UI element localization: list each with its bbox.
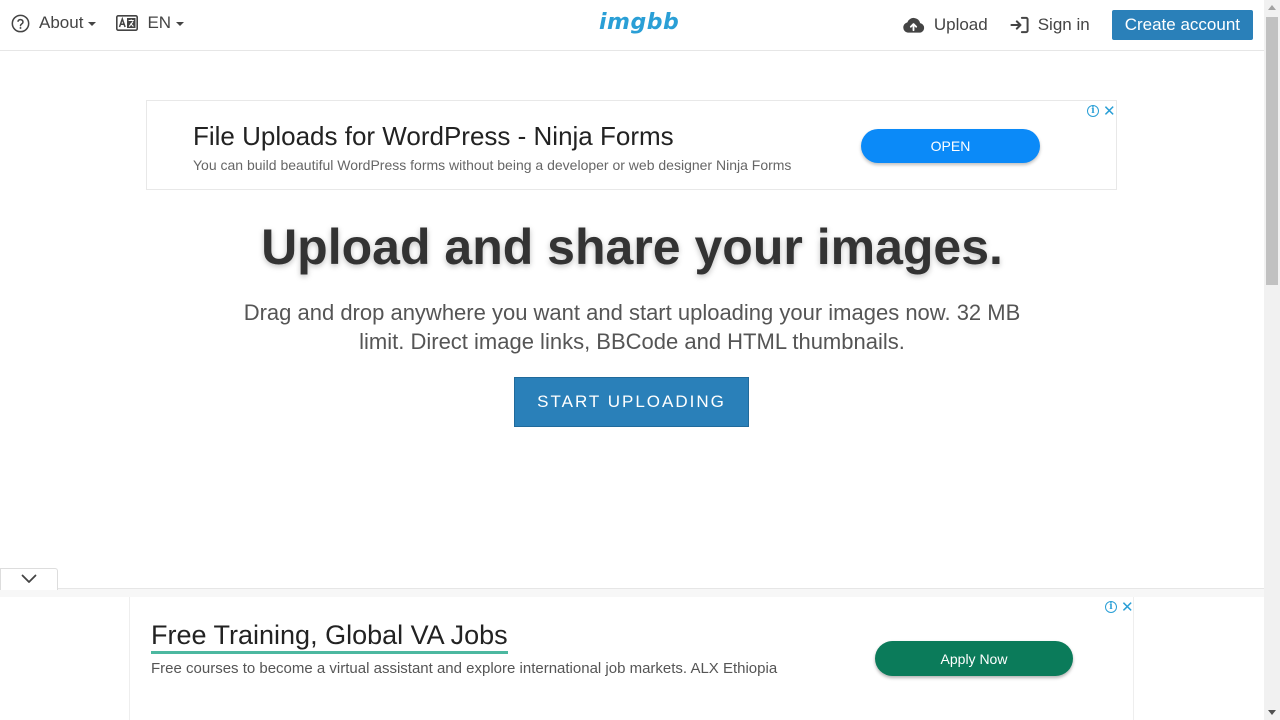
- vertical-scrollbar[interactable]: [1264, 0, 1280, 720]
- about-caret-icon: [88, 22, 97, 26]
- ad-top-choices: i ✕: [1087, 102, 1116, 120]
- nav-left: About EN: [11, 13, 185, 33]
- hero-description: Drag and drop anywhere you want and star…: [243, 300, 1021, 354]
- language-label: EN: [147, 13, 172, 32]
- signin-link[interactable]: Sign in: [1010, 15, 1090, 35]
- ad-top-description: You can build beautiful WordPress forms …: [193, 157, 792, 173]
- ad-open-button[interactable]: OPEN: [861, 129, 1040, 163]
- language-caret-icon: [176, 22, 185, 26]
- ad-bottom-description: Free courses to become a virtual assista…: [151, 660, 778, 677]
- create-account-button[interactable]: Create account: [1111, 10, 1253, 40]
- about-label: About: [39, 13, 84, 32]
- upload-link[interactable]: Upload: [902, 15, 988, 35]
- ad-banner-bottom[interactable]: Free Training, Global VA Jobs Free cours…: [129, 597, 1134, 720]
- ad-bottom-choices: i ✕: [1105, 598, 1134, 616]
- scroll-up-arrow-icon[interactable]: [1268, 5, 1276, 10]
- scrollbar-thumb[interactable]: [1266, 17, 1278, 285]
- ad-close-icon[interactable]: ✕: [1121, 598, 1134, 616]
- scroll-down-arrow-icon[interactable]: [1268, 710, 1276, 715]
- sticky-ad-divider: [0, 588, 1264, 597]
- collapse-ad-button[interactable]: [0, 568, 58, 590]
- top-navbar: About EN imgbb Upload Sign in Create acc…: [0, 0, 1264, 51]
- about-menu[interactable]: About: [11, 13, 97, 33]
- signin-label: Sign in: [1037, 15, 1090, 34]
- ad-info-icon[interactable]: i: [1105, 601, 1117, 613]
- chevron-down-icon: [21, 571, 37, 589]
- imgbb-logo[interactable]: imgbb: [599, 10, 679, 35]
- language-menu[interactable]: EN: [116, 13, 185, 33]
- ad-top-title[interactable]: File Uploads for WordPress - Ninja Forms: [193, 121, 674, 152]
- ad-bottom-title[interactable]: Free Training, Global VA Jobs: [151, 620, 508, 654]
- ad-close-icon[interactable]: ✕: [1103, 102, 1116, 120]
- cloud-upload-icon: [902, 16, 925, 34]
- ad-banner-top[interactable]: File Uploads for WordPress - Ninja Forms…: [146, 100, 1117, 190]
- ad-apply-now-button[interactable]: Apply Now: [875, 641, 1073, 676]
- sign-in-icon: [1010, 16, 1029, 34]
- language-card-icon: [116, 15, 139, 31]
- start-uploading-button[interactable]: START UPLOADING: [514, 377, 749, 427]
- ad-info-icon[interactable]: i: [1087, 105, 1099, 117]
- hero-title: Upload and share your images.: [261, 219, 1003, 275]
- upload-label: Upload: [933, 15, 988, 34]
- nav-right: Upload Sign in Create account: [902, 10, 1253, 40]
- question-circle-icon: [11, 14, 30, 33]
